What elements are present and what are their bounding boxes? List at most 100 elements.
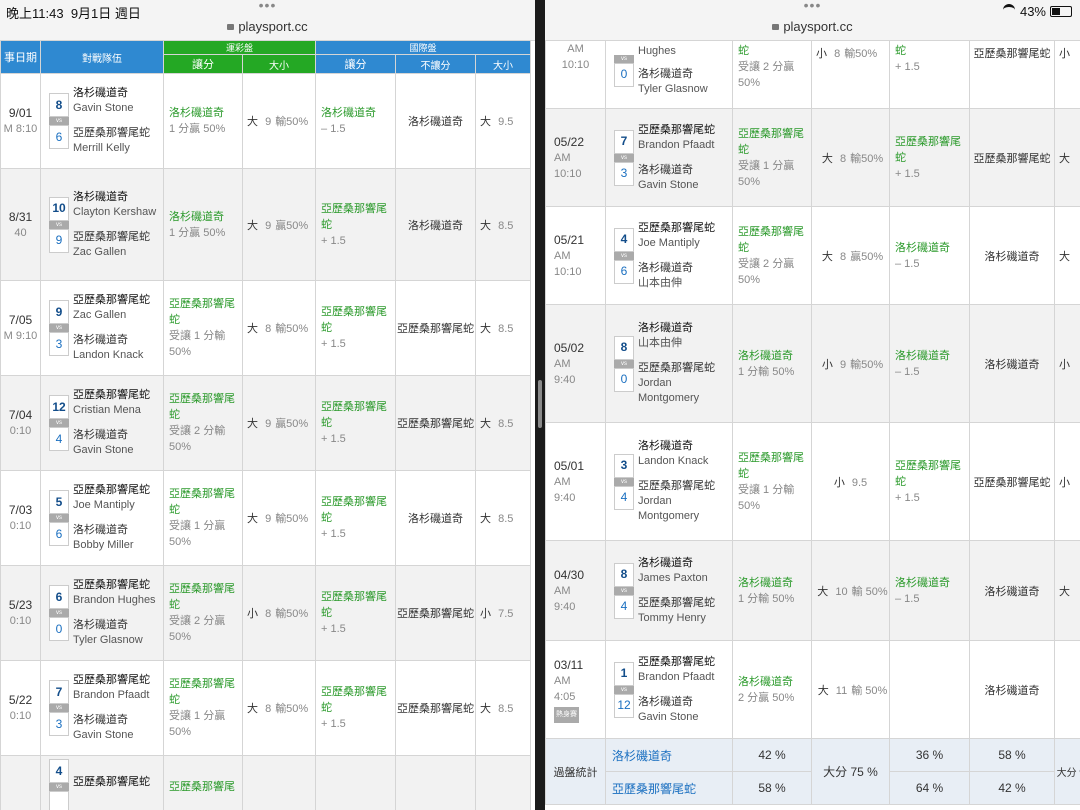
score-away: 0	[614, 62, 634, 87]
pitcher-name[interactable]: Gavin Stone	[73, 443, 159, 458]
vs-label: vs	[49, 117, 69, 125]
spread-cell: 洛杉磯道奇 2 分贏 50%	[732, 640, 812, 739]
vs-label: vs	[49, 704, 69, 712]
intl-spread-cell	[315, 755, 397, 810]
team-name[interactable]: 洛杉磯道奇	[73, 523, 159, 538]
pitcher-name[interactable]: Gavin Stone	[73, 101, 159, 116]
pitcher-name[interactable]: Brandon Pfaadt	[638, 138, 728, 153]
col-nospread-header: 不讓分	[395, 54, 477, 74]
game-date-cell: 5/22 0:10	[0, 660, 41, 756]
team-name[interactable]: 亞歷桑那響尾蛇	[73, 126, 159, 141]
vs-label: vs	[49, 514, 69, 522]
team-name[interactable]: 亞歷桑那響尾蛇	[73, 483, 159, 498]
vs-label: vs	[49, 324, 69, 332]
table-row: AM 10:10 vs 0 Hughes 洛杉磯道奇 Tyler Glasnow 蛇受讓 2 …	[545, 40, 1080, 109]
pitcher-name[interactable]: Jordan Montgomery	[638, 376, 728, 406]
left-table-area: 事日期 對戰隊伍 運彩盤 國際盤 讓分 大小 讓分 不讓分 大小 9/01 M 8…	[0, 40, 535, 810]
pitcher-name[interactable]: Cristian Mena	[73, 403, 159, 418]
intl-spread-cell: 亞歷桑那響尾蛇 + 1.5	[889, 422, 970, 541]
team-name[interactable]: 洛杉磯道奇	[638, 261, 728, 276]
team-name[interactable]: 亞歷桑那響尾蛇	[73, 578, 159, 593]
pitcher-name[interactable]: Zac Gallen	[73, 245, 159, 260]
pitcher-name[interactable]: Hughes	[638, 44, 728, 59]
score-box: 7 vs 3	[45, 680, 73, 736]
team-name[interactable]: 洛杉磯道奇	[638, 321, 728, 336]
team-name[interactable]: 洛杉磯道奇	[638, 163, 728, 178]
intl-ou-cell	[1054, 640, 1080, 739]
team-name[interactable]: 亞歷桑那響尾蛇	[73, 293, 159, 308]
team-name[interactable]: 洛杉磯道奇	[73, 190, 159, 205]
pitcher-name[interactable]: Joe Mantiply	[73, 498, 159, 513]
pitcher-name[interactable]: Merrill Kelly	[73, 141, 159, 156]
team-name[interactable]: 亞歷桑那響尾蛇	[638, 123, 728, 138]
pitcher-name[interactable]: James Paxton	[638, 571, 728, 586]
team-name[interactable]: 洛杉磯道奇	[73, 86, 159, 101]
pitcher-name[interactable]: Tyler Glasnow	[638, 82, 728, 97]
pitcher-name[interactable]: Bobby Miller	[73, 538, 159, 553]
divider-handle[interactable]	[538, 380, 542, 428]
stats-t1-intl: 36 %	[889, 738, 970, 772]
address-bar[interactable]: playsport.cc	[0, 19, 535, 34]
nospread-cell: 洛杉磯道奇	[395, 168, 477, 281]
pitcher-name[interactable]: Gavin Stone	[638, 710, 728, 725]
team-name[interactable]: 洛杉磯道奇	[73, 428, 159, 443]
team-name[interactable]: 洛杉磯道奇	[73, 713, 159, 728]
stats-team1-link[interactable]: 洛杉磯道奇	[605, 738, 733, 772]
pitcher-name[interactable]: 山本由伸	[638, 276, 728, 291]
pitcher-name[interactable]: Tommy Henry	[638, 611, 728, 626]
team-name[interactable]: 亞歷桑那響尾蛇	[638, 596, 728, 611]
lock-icon	[772, 24, 780, 30]
address-bar-right[interactable]: playsport.cc	[545, 19, 1080, 34]
wifi-icon	[1002, 4, 1015, 16]
score-away: 0	[614, 367, 634, 392]
stats-t1-spread: 42 %	[732, 738, 812, 772]
score-home: 8	[614, 335, 634, 360]
pitcher-name[interactable]: Landon Knack	[73, 348, 159, 363]
team-name[interactable]: 亞歷桑那響尾蛇	[638, 361, 728, 376]
team-name[interactable]: 洛杉磯道奇	[638, 67, 728, 82]
teams-cell: vs 0 Hughes 洛杉磯道奇 Tyler Glasnow	[605, 40, 733, 109]
team-name[interactable]: 亞歷桑那響尾蛇	[73, 230, 159, 245]
pitcher-name[interactable]: Zac Gallen	[73, 308, 159, 323]
pitcher-name[interactable]: Brandon Pfaadt	[638, 670, 728, 685]
spread-cell: 亞歷桑那響尾蛇 受讓 1 分贏 50%	[163, 470, 243, 566]
pitcher-name[interactable]: Joe Mantiply	[638, 236, 728, 251]
pitcher-name[interactable]: Landon Knack	[638, 454, 728, 469]
team-name[interactable]: 亞歷桑那響尾蛇	[638, 655, 728, 670]
intl-spread-cell: 亞歷桑那響尾蛇 + 1.5	[315, 168, 397, 281]
stats-team2-link[interactable]: 亞歷桑那響尾蛇	[605, 771, 733, 805]
pitcher-name[interactable]: Brandon Pfaadt	[73, 688, 159, 703]
nospread-cell: 洛杉磯道奇	[395, 73, 477, 169]
multitask-dots[interactable]: •••	[0, 0, 535, 13]
team-name[interactable]: 亞歷桑那響尾蛇	[638, 479, 728, 494]
team-name[interactable]: 亞歷桑那響尾蛇	[73, 775, 159, 790]
score-home: 4	[49, 759, 69, 783]
pitcher-name[interactable]: Jordan Montgomery	[638, 494, 728, 524]
spread-cell: 洛杉磯道奇 1 分輸 50%	[732, 540, 812, 641]
intl-ou-cell: 大 8.5	[475, 375, 532, 471]
pitcher-name[interactable]: Clayton Kershaw	[73, 205, 159, 220]
score-box: 9 vs 3	[45, 300, 73, 356]
pitcher-name[interactable]: 山本由伸	[638, 336, 728, 351]
team-name[interactable]: 洛杉磯道奇	[638, 695, 728, 710]
team-name[interactable]: 亞歷桑那響尾蛇	[73, 673, 159, 688]
team-name[interactable]: 洛杉磯道奇	[73, 618, 159, 633]
team-name[interactable]: 亞歷桑那響尾蛇	[73, 388, 159, 403]
team-name[interactable]: 洛杉磯道奇	[638, 439, 728, 454]
split-view-divider[interactable]	[535, 0, 545, 810]
team-name[interactable]: 洛杉磯道奇	[73, 333, 159, 348]
pitcher-name[interactable]: Tyler Glasnow	[73, 633, 159, 648]
team-name[interactable]: 洛杉磯道奇	[638, 556, 728, 571]
score-box: 7 vs 3	[610, 129, 638, 186]
pitcher-name[interactable]: Brandon Hughes	[73, 593, 159, 608]
multitask-dots-right[interactable]: •••	[545, 0, 1080, 13]
pitcher-name[interactable]: Gavin Stone	[73, 728, 159, 743]
team-name[interactable]: 亞歷桑那響尾蛇	[638, 221, 728, 236]
intl-ou-cell: 大	[1054, 108, 1080, 207]
spread-cell: 蛇受讓 2 分贏 50%	[732, 40, 812, 109]
pitcher-name[interactable]: Gavin Stone	[638, 178, 728, 193]
score-box: 10 vs 9	[45, 196, 73, 253]
score-away: 4	[49, 427, 69, 451]
ou-cell: 大 9 贏50%	[241, 375, 317, 471]
stats-label: 過盤統計	[545, 738, 606, 805]
